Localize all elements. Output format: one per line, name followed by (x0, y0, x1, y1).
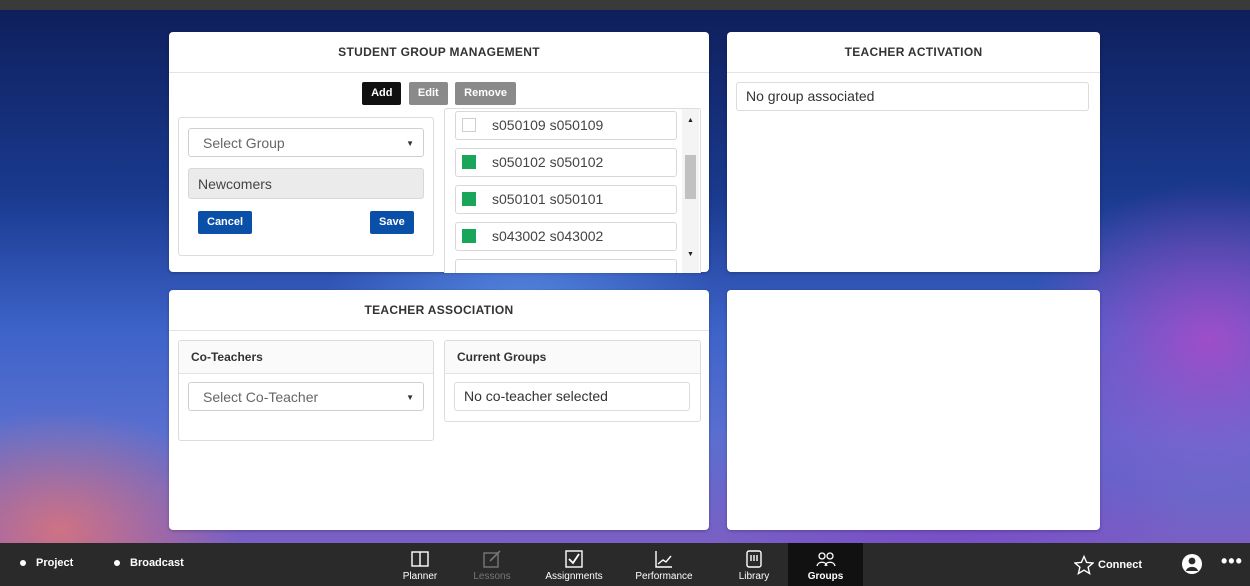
student-group-management-panel: STUDENT GROUP MANAGEMENT Add Edit Remove… (169, 32, 709, 273)
co-teachers-header: Co-Teachers (179, 341, 433, 374)
teacher-activation-status: No group associated (736, 82, 1089, 111)
account-icon[interactable] (1181, 553, 1203, 575)
taskbar: Project Broadcast Planner Lessons Assign… (0, 543, 1250, 586)
nav-assignments[interactable]: Assignments (538, 543, 610, 586)
connect-label: Connect (1098, 559, 1142, 571)
student-checkbox[interactable] (462, 192, 476, 206)
chevron-down-icon: ▼ (406, 139, 414, 148)
student-checkbox[interactable] (462, 229, 476, 243)
checkbox-icon (565, 550, 583, 568)
student-item[interactable]: s050102 s050102 (455, 148, 677, 177)
student-item[interactable]: s050101 s050101 (455, 185, 677, 214)
current-groups-value: No co-teacher selected (464, 388, 608, 404)
nav-performance-label: Performance (635, 571, 693, 582)
student-label: s050109 s050109 (492, 117, 604, 133)
nav-planner-label: Planner (402, 571, 438, 582)
broadcast-item[interactable]: Broadcast (114, 557, 184, 569)
nav-planner[interactable]: Planner (392, 543, 448, 586)
nav-lessons[interactable]: Lessons (464, 543, 520, 586)
chevron-down-icon: ▼ (406, 393, 414, 402)
co-teachers-box: Co-Teachers Select Co-Teacher ▼ (178, 340, 434, 441)
panel-title: TEACHER ACTIVATION (727, 32, 1100, 73)
top-strip (0, 0, 1250, 10)
current-groups-header: Current Groups (445, 341, 700, 374)
empty-panel (727, 290, 1100, 530)
add-button[interactable]: Add (362, 82, 402, 105)
project-label: Project (36, 557, 74, 569)
nav-groups-label: Groups (807, 571, 844, 582)
star-icon (1073, 554, 1095, 576)
student-list: s050109 s050109 s050102 s050102 s050101 … (444, 108, 701, 273)
connect-item[interactable]: Connect (1073, 554, 1142, 576)
edit-button[interactable]: Edit (408, 82, 448, 105)
library-icon (746, 550, 762, 568)
remove-button[interactable]: Remove (455, 82, 516, 105)
select-group-placeholder: Select Group (203, 135, 285, 151)
scroll-down-arrow-icon[interactable]: ▼ (682, 251, 699, 258)
nav-performance[interactable]: Performance (626, 543, 702, 586)
nav-lessons-label: Lessons (473, 571, 511, 582)
select-co-teacher-dropdown[interactable]: Select Co-Teacher ▼ (188, 382, 424, 411)
status-text: No group associated (746, 88, 875, 104)
student-label: s050102 s050102 (492, 154, 604, 170)
panel-title: STUDENT GROUP MANAGEMENT (169, 32, 709, 73)
cancel-button[interactable]: Cancel (198, 211, 253, 234)
group-editor: Select Group ▼ Newcomers Cancel Save (178, 117, 434, 256)
nav-assignments-label: Assignments (545, 571, 603, 582)
scroll-up-arrow-icon[interactable]: ▲ (682, 117, 699, 124)
scrollbar[interactable]: ▲ ▼ (682, 109, 699, 273)
student-item[interactable] (455, 259, 677, 273)
dot-icon (114, 560, 120, 567)
student-item[interactable]: s050109 s050109 (455, 111, 677, 140)
group-name-value: Newcomers (198, 176, 272, 192)
select-group-dropdown[interactable]: Select Group ▼ (188, 128, 424, 157)
project-item[interactable]: Project (20, 557, 73, 569)
teacher-association-panel: TEACHER ASSOCIATION Co-Teachers Select C… (169, 290, 709, 530)
more-icon[interactable]: ••• (1221, 551, 1245, 573)
current-groups-value-box: No co-teacher selected (454, 382, 690, 411)
nav-library-label: Library (738, 571, 770, 582)
chart-icon (655, 551, 672, 568)
groups-icon (815, 552, 836, 567)
dot-icon (20, 560, 26, 567)
save-button[interactable]: Save (370, 211, 414, 234)
nav-groups[interactable]: Groups (788, 543, 863, 586)
student-label: s043002 s043002 (492, 228, 604, 244)
group-name-field[interactable]: Newcomers (188, 168, 424, 199)
panel-title: TEACHER ASSOCIATION (169, 290, 709, 331)
select-co-teacher-placeholder: Select Co-Teacher (203, 389, 319, 405)
group-action-buttons: Add Edit Remove (169, 82, 709, 105)
teacher-activation-panel: TEACHER ACTIVATION No group associated (727, 32, 1100, 272)
student-checkbox[interactable] (462, 118, 476, 132)
scroll-thumb[interactable] (685, 155, 696, 199)
edit-icon (483, 550, 501, 568)
student-checkbox[interactable] (462, 155, 476, 169)
student-label: s050101 s050101 (492, 191, 604, 207)
book-icon (411, 551, 429, 567)
current-groups-box: Current Groups No co-teacher selected (444, 340, 701, 422)
student-item[interactable]: s043002 s043002 (455, 222, 677, 251)
nav-library[interactable]: Library (722, 543, 786, 586)
broadcast-label: Broadcast (130, 557, 184, 569)
